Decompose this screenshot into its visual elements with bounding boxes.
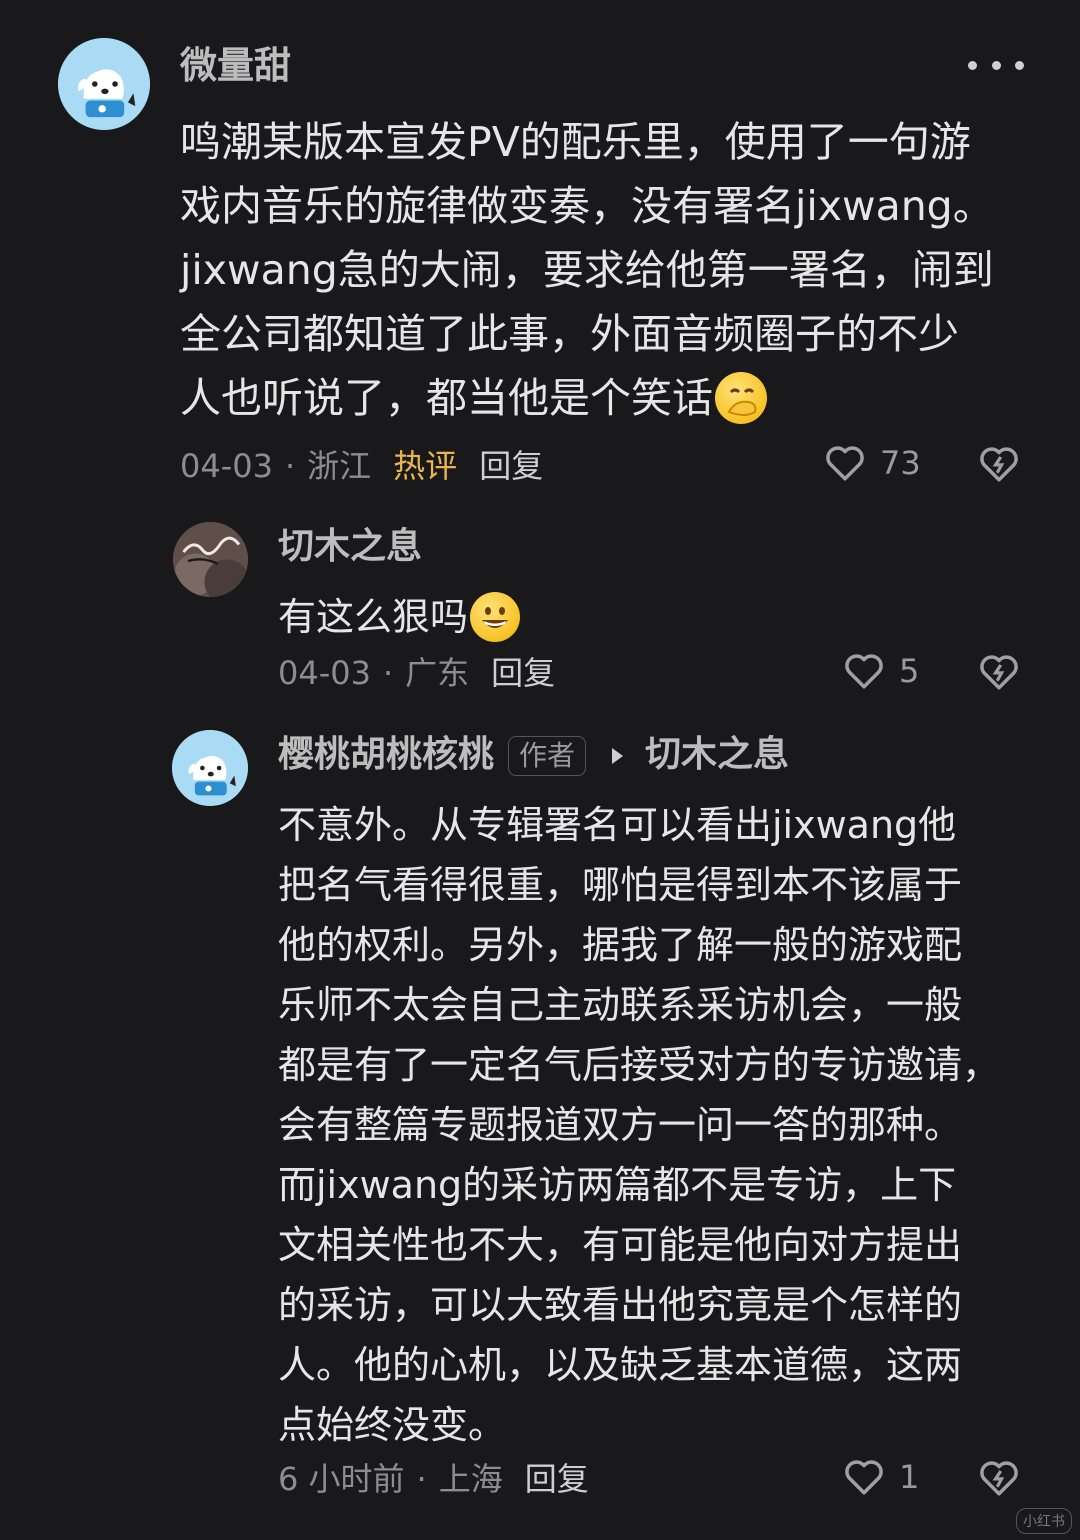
comment-meta: 04-03 · 浙江 热评 回复	[180, 446, 543, 486]
share-heart-icon[interactable]	[978, 1458, 1020, 1498]
comment-location: 上海	[438, 1460, 503, 1498]
reply-arrow-icon	[612, 748, 624, 764]
comment-author[interactable]: 切木之息	[278, 525, 422, 569]
like-count: 73	[880, 444, 921, 482]
comment-line: 乐师不太会自己主动联系采访机会，一般	[278, 983, 963, 1027]
reply-button[interactable]: 回复	[491, 653, 555, 693]
share-heart-icon[interactable]	[978, 444, 1020, 484]
reply-to-user[interactable]: 切木之息	[645, 734, 789, 775]
comment-line: 鸣潮某版本宣发PV的配乐里，使用了一句游	[180, 118, 971, 166]
comment-line: jixwang急的大闹，要求给他第一署名，闹到	[180, 246, 994, 294]
like-button[interactable]: 1	[843, 1457, 919, 1497]
hand-over-mouth-emoji	[715, 372, 767, 424]
grinning-face-emoji	[470, 592, 521, 642]
hot-badge: 热评	[393, 447, 458, 485]
comment-date: 04-03	[278, 654, 371, 692]
comment-line-with-emoji: 人也听说了，都当他是个笑话	[180, 366, 994, 430]
meta-separator: ·	[382, 654, 394, 692]
reply-button[interactable]: 回复	[525, 1459, 589, 1499]
comment-date: 04-03	[180, 447, 273, 485]
like-count: 5	[899, 652, 920, 690]
comment-line: 文相关性也不大，有可能是他向对方提出	[278, 1223, 963, 1267]
comment-author[interactable]: 微量甜	[180, 44, 291, 88]
comment-author[interactable]: 樱桃胡桃核桃	[278, 734, 494, 775]
meta-separator: ·	[416, 1460, 427, 1498]
share-heart-icon[interactable]	[978, 652, 1020, 692]
comment-line: 人也听说了，都当他是个笑话	[180, 374, 713, 422]
comment-line: 全公司都知道了此事，外面音频圈子的不少	[180, 310, 959, 358]
avatar[interactable]	[58, 38, 150, 130]
comment-line: 而jixwang的采访两篇都不是专访，上下	[278, 1163, 957, 1207]
heart-icon	[845, 1460, 883, 1495]
like-button[interactable]: 5	[843, 651, 919, 691]
comment-body: 有这么狠吗	[278, 588, 521, 646]
comment-body: 不意外。从专辑署名可以看出jixwang他 把名气看得很重，哪怕是得到本不该属于…	[278, 795, 1000, 1455]
comment-body: 鸣潮某版本宣发PV的配乐里，使用了一句游 戏内音乐的旋律做变奏，没有署名jixw…	[180, 110, 994, 430]
comment-line: 点始终没变。	[278, 1403, 507, 1447]
comment-date: 6 小时前	[278, 1460, 405, 1498]
comment-line: 人。他的心机，以及缺乏基本道德，这两	[278, 1343, 963, 1387]
comment-line: 他的权利。另外，据我了解一般的游戏配	[278, 923, 963, 967]
comment-line: 戏内音乐的旋律做变奏，没有署名jixwang。	[180, 182, 994, 230]
comment-line: 把名气看得很重，哪怕是得到本不该属于	[278, 863, 963, 907]
author-badge: 作者	[508, 736, 587, 776]
comment-line: 都是有了一定名气后接受对方的专访邀请，	[278, 1043, 1001, 1087]
comment-location: 浙江	[307, 447, 372, 485]
comment-line: 会有整篇专题报道双方一问一答的那种。	[278, 1103, 963, 1147]
avatar[interactable]	[172, 730, 248, 806]
comment-author-row: 樱桃胡桃核桃 作者 切木之息	[278, 733, 789, 777]
comment-line: 不意外。从专辑署名可以看出jixwang他	[278, 803, 957, 847]
avatar[interactable]	[173, 522, 248, 597]
comment-meta: 04-03 · 广东 回复	[278, 653, 555, 693]
like-button[interactable]: 73	[824, 443, 921, 483]
comment-location: 广东	[405, 654, 470, 692]
more-dots-icon[interactable]	[968, 50, 1024, 80]
comment-line: 有这么狠吗	[278, 595, 469, 639]
like-count: 1	[899, 1458, 920, 1496]
meta-separator: ·	[284, 447, 296, 485]
heart-icon	[826, 446, 864, 481]
reply-button[interactable]: 回复	[479, 446, 543, 486]
comment-line: 的采访，可以大致看出他究竟是个怎样的	[278, 1283, 963, 1327]
heart-icon	[845, 654, 883, 689]
comment-meta: 6 小时前 · 上海 回复	[278, 1459, 589, 1499]
watermark: 小红书	[1016, 1508, 1072, 1534]
